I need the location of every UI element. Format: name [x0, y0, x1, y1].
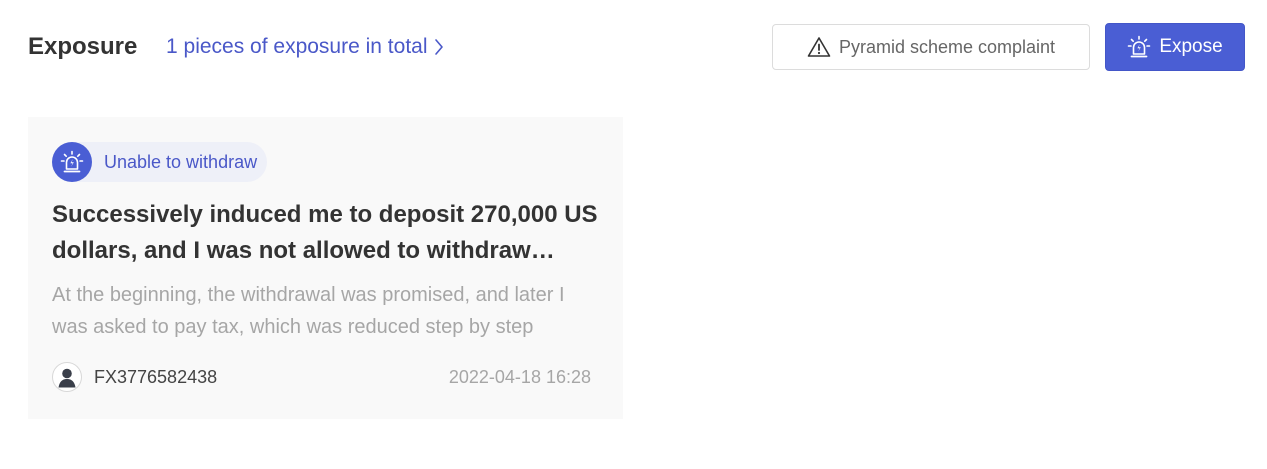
avatar	[52, 362, 82, 392]
warning-triangle-icon	[807, 36, 831, 58]
author-username: FX3776582438	[94, 366, 218, 387]
pyramid-scheme-complaint-button[interactable]: Pyramid scheme complaint	[772, 24, 1090, 70]
card-author: FX3776582438	[52, 362, 217, 392]
category-tag: Unable to withdraw	[52, 142, 268, 182]
complaint-button-label: Pyramid scheme complaint	[838, 36, 1056, 57]
total-exposure-link[interactable]: 1 pieces of exposure in total	[166, 31, 444, 63]
alarm-siren-icon	[52, 142, 92, 182]
exposure-card[interactable]: Unable to withdraw Successively induced …	[28, 117, 623, 419]
expose-button[interactable]: Expose	[1105, 23, 1245, 71]
category-tag-label: Unable to withdraw	[104, 151, 258, 172]
alarm-siren-icon	[1127, 35, 1151, 59]
exposure-section: Exposure 1 pieces of exposure in total P…	[0, 0, 1267, 469]
user-silhouette-icon	[58, 368, 76, 388]
card-description: At the beginning, the withdrawal was pro…	[52, 284, 565, 338]
section-title: Exposure	[28, 33, 138, 60]
expose-button-label: Expose	[1159, 36, 1223, 57]
total-exposure-label: 1 pieces of exposure in total	[166, 35, 428, 58]
card-title: Successively induced me to deposit 270,0…	[52, 201, 598, 264]
chevron-right-icon	[434, 38, 444, 56]
card-date: 2022-04-18 16:28	[448, 367, 591, 387]
